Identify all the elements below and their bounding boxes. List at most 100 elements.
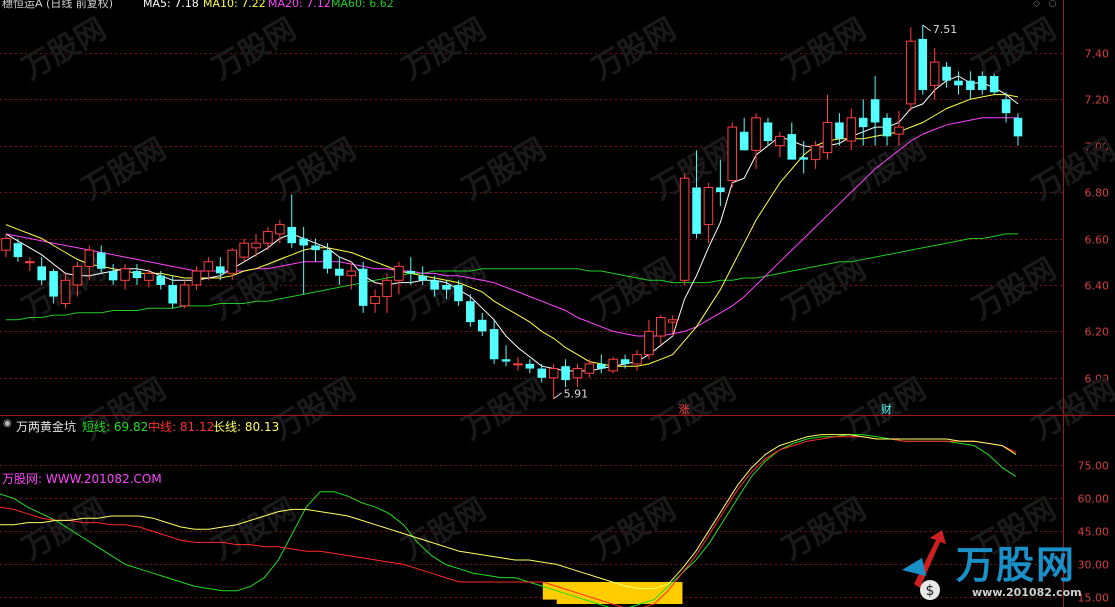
candle-body-down xyxy=(1013,117,1023,137)
candle-body-down xyxy=(287,226,297,244)
pit-bar xyxy=(626,582,641,604)
watermark-text: 万股网 xyxy=(207,492,302,567)
candle-body-up xyxy=(703,186,714,226)
brand-url: www.201082.com xyxy=(972,586,1082,599)
candle-body-down xyxy=(954,80,963,86)
collapse-circle-icon[interactable]: ○ xyxy=(1048,0,1057,9)
candle-body-down xyxy=(799,157,808,160)
candle-body-up xyxy=(679,177,690,281)
watermark-text: 万股网 xyxy=(457,372,552,447)
ma10-label: MA10: 7.22 xyxy=(203,0,266,10)
candle-body-up xyxy=(191,270,202,286)
candle-body-up xyxy=(25,261,35,264)
candle-body-up xyxy=(120,268,130,281)
pit-bar xyxy=(668,582,683,604)
expand-diamond-icon[interactable]: ◇ xyxy=(1032,0,1041,9)
high-label: 7.51 xyxy=(933,23,958,36)
watermark-text: 万股网 xyxy=(77,372,172,447)
candle-body-down xyxy=(966,80,975,90)
candle-body-up xyxy=(84,249,95,267)
candle-body-down xyxy=(835,122,844,139)
candle-body-down xyxy=(787,134,797,160)
ma60-label: MA60: 6.62 xyxy=(331,0,394,10)
brand-logo: $ 万股网 www.201082.com xyxy=(900,530,1100,606)
watermark-text: 万股网 xyxy=(647,372,742,447)
candle-body-down xyxy=(537,368,547,378)
watermark-text: 万股网 xyxy=(397,12,492,87)
candle-body-up xyxy=(239,242,249,258)
candle-body-down xyxy=(739,131,749,151)
candle-body-down xyxy=(108,271,118,281)
price-tick-label: 7.20 xyxy=(1085,94,1110,107)
indicator-title: 万两黄金坑 xyxy=(16,420,77,434)
candle-body-up xyxy=(846,117,857,142)
candle-body-up xyxy=(608,358,618,372)
price-tick-label: 6.60 xyxy=(1085,234,1110,247)
candle-body-down xyxy=(358,268,368,306)
candle-body-down xyxy=(1001,99,1011,114)
candle-body-up xyxy=(775,135,785,147)
pit-bar xyxy=(612,582,627,604)
brand-name: 万股网 xyxy=(956,542,1077,587)
candle-body-up xyxy=(894,126,904,135)
annotation-layer: 7.51 5.91 涨 财 xyxy=(553,23,958,416)
candle-body-down xyxy=(299,238,308,246)
watermark-text: 万股网 xyxy=(967,12,1062,87)
watermark-text: 万股网 xyxy=(587,12,682,87)
candle-body-up xyxy=(60,279,71,305)
ma20-label: MA20: 7.12 xyxy=(268,0,331,10)
candle-body-down xyxy=(489,329,499,360)
gridlines: 6.006.206.406.606.807.007.207.4015.0030.… xyxy=(0,48,1109,605)
candle-body-down xyxy=(49,271,58,297)
stock-title: 穗恒运A (日线 前复权) xyxy=(2,0,114,10)
candle-body-down xyxy=(156,275,166,285)
watermark-text: 万股网 xyxy=(207,12,302,87)
watermark-text: 万股网 xyxy=(17,492,112,567)
candle-body-down xyxy=(37,266,47,281)
watermark-text: 万股网 xyxy=(777,12,872,87)
candle-body-down xyxy=(918,38,928,90)
candle-body-up xyxy=(656,316,666,337)
watermark-text: 万股网 xyxy=(837,132,932,207)
candle-body-down xyxy=(418,275,427,281)
candle-body-up xyxy=(810,145,821,161)
candle-body-down xyxy=(692,187,701,234)
candle-body-up xyxy=(394,265,404,281)
indicator-tick-label: 75.00 xyxy=(1078,460,1110,473)
candle-body-down xyxy=(406,271,416,274)
candle-body-down xyxy=(870,99,880,123)
candle-body-down xyxy=(323,250,332,269)
pit-bar xyxy=(640,582,655,604)
candle-body-down xyxy=(858,117,868,128)
candle-body-up xyxy=(179,284,190,307)
price-tick-label: 7.40 xyxy=(1085,48,1110,61)
price-tick-label: 6.40 xyxy=(1085,280,1110,293)
candle-body-down xyxy=(454,284,463,302)
indicator-collapse-icon[interactable]: ◉ xyxy=(3,418,12,429)
candle-body-down xyxy=(430,280,439,290)
cai-marker: 财 xyxy=(881,402,892,416)
watermark-text: 万股网 xyxy=(587,252,682,327)
ma10-line xyxy=(5,94,1019,367)
candle-body-up xyxy=(1,238,11,251)
candle-body-down xyxy=(882,117,892,137)
candle-body-down xyxy=(132,271,142,278)
candle-body-up xyxy=(275,224,285,235)
candle-body-down xyxy=(620,359,630,364)
watermark-text: 万股网 xyxy=(1027,372,1115,447)
candle-body-up xyxy=(667,319,678,323)
watermark-text: 万股网 xyxy=(397,492,492,567)
watermark-text: 万股网 xyxy=(77,132,172,207)
watermark-text: 万股网 xyxy=(207,252,302,327)
mid-line-label: 中线: 81.12 xyxy=(148,420,215,434)
candle-body-up xyxy=(572,368,583,379)
candle-body-down xyxy=(311,245,320,251)
candle-body-up xyxy=(644,330,654,356)
watermark-text: 万股网 xyxy=(457,132,552,207)
candles xyxy=(1,24,1023,399)
indicator-tick-label: 60.00 xyxy=(1078,493,1110,506)
candle-body-up xyxy=(584,363,595,374)
watermark-text: 万股网 xyxy=(267,372,362,447)
chart-canvas: 6.006.206.406.606.807.007.207.4015.0030.… xyxy=(0,0,1115,607)
candle-body-up xyxy=(548,368,559,379)
